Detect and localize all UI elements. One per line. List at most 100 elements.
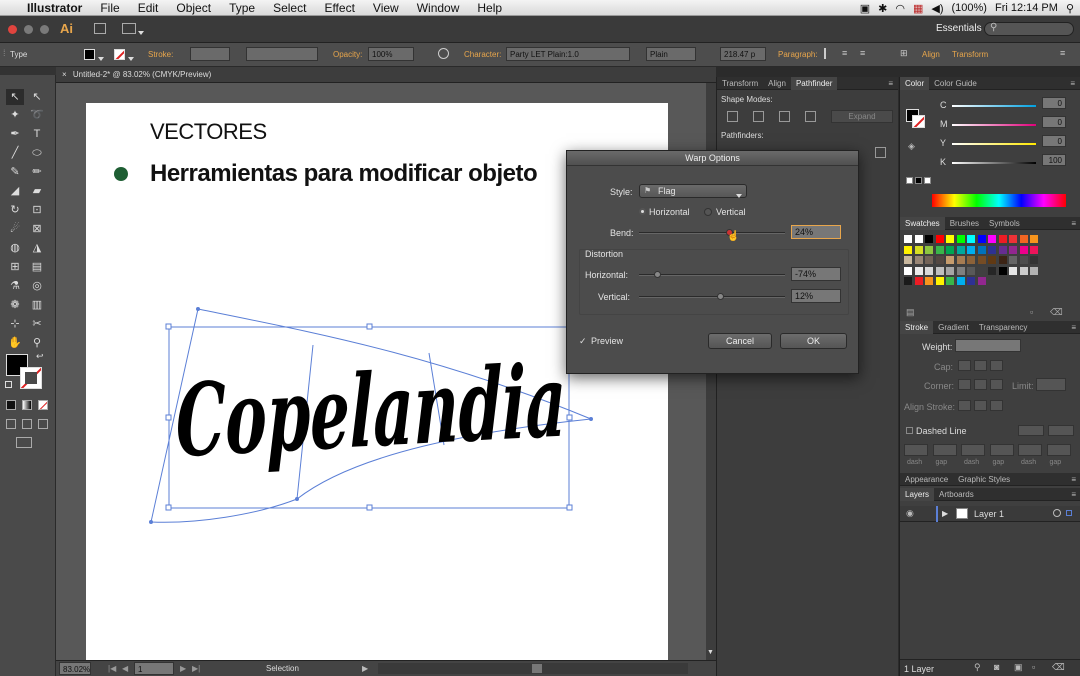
tab-transparency[interactable]: Transparency xyxy=(974,323,1033,332)
flag-icon[interactable]: ▦ xyxy=(913,2,923,15)
color-swatch[interactable] xyxy=(1030,256,1038,264)
spotlight-icon[interactable]: ⚲ xyxy=(1066,2,1074,15)
color-swatch[interactable] xyxy=(956,256,965,264)
color-swatch[interactable] xyxy=(935,277,944,285)
ellipse-tool-icon[interactable]: ⬭ xyxy=(28,145,46,161)
tab-swatches[interactable]: Swatches xyxy=(900,216,945,230)
arrange-documents-icon[interactable] xyxy=(122,23,136,34)
color-swatch[interactable] xyxy=(925,277,933,285)
tab-pathfinder[interactable]: Pathfinder xyxy=(790,76,838,90)
fill-dropdown-icon[interactable] xyxy=(98,53,104,63)
color-swatch[interactable] xyxy=(935,235,944,243)
color-swatch[interactable] xyxy=(914,277,923,285)
limit-field[interactable] xyxy=(1036,378,1066,391)
locate-object-icon[interactable]: ⚲ xyxy=(974,662,981,673)
character-label[interactable]: Character: xyxy=(464,50,501,59)
tab-artboards[interactable]: Artboards xyxy=(934,490,979,499)
dash-field[interactable] xyxy=(961,444,985,456)
handle[interactable] xyxy=(566,504,573,511)
menu-effect[interactable]: Effect xyxy=(315,1,363,15)
draw-behind-icon[interactable] xyxy=(22,419,32,429)
screen-record-icon[interactable]: ▣ xyxy=(860,2,870,15)
rotate-tool-icon[interactable]: ↻ xyxy=(6,202,24,218)
color-swatch[interactable] xyxy=(1019,256,1028,264)
exclude-icon[interactable] xyxy=(805,111,816,122)
color-swatch[interactable] xyxy=(925,256,933,264)
color-swatch[interactable] xyxy=(1030,266,1038,275)
channel-y-field[interactable]: 0 xyxy=(1042,135,1066,147)
stroke-menu-icon[interactable]: ≡ xyxy=(1066,323,1080,332)
miter-join-icon[interactable] xyxy=(958,379,971,390)
draw-normal-icon[interactable] xyxy=(6,419,16,429)
anchor-point[interactable] xyxy=(149,520,153,524)
ok-button[interactable]: OK xyxy=(780,333,847,349)
color-mode-icon[interactable] xyxy=(6,400,16,410)
channel-k-slider[interactable] xyxy=(952,162,1036,164)
gradient-mode-icon[interactable] xyxy=(22,400,32,410)
bevel-join-icon[interactable] xyxy=(990,379,1003,390)
vertical-radio-label[interactable]: Vertical xyxy=(716,207,746,217)
menu-type[interactable]: Type xyxy=(220,1,264,15)
channel-c-field[interactable]: 0 xyxy=(1042,97,1066,109)
color-swatch[interactable] xyxy=(977,245,986,254)
color-swatch[interactable] xyxy=(977,235,986,243)
tab-graphic-styles[interactable]: Graphic Styles xyxy=(953,475,1015,484)
vertical-distortion-field[interactable]: 12% xyxy=(791,289,841,303)
gradient-tool-icon[interactable]: ▤ xyxy=(28,259,46,275)
delete-layer-icon[interactable]: ⌫ xyxy=(1052,662,1065,673)
projecting-cap-icon[interactable] xyxy=(990,360,1003,371)
unite-icon[interactable] xyxy=(727,111,738,122)
color-panel-menu-icon[interactable]: ≡ xyxy=(1065,79,1080,88)
color-swatch[interactable] xyxy=(988,245,996,254)
delete-swatch-icon[interactable]: ⌫ xyxy=(1050,307,1063,318)
new-swatch-icon[interactable]: ▫ xyxy=(1030,307,1033,317)
screen-mode-icon[interactable] xyxy=(16,437,32,448)
handle[interactable] xyxy=(566,414,573,421)
close-window-icon[interactable] xyxy=(8,25,17,34)
channel-m-slider[interactable] xyxy=(952,124,1036,126)
battery-indicator[interactable]: (100%) xyxy=(952,2,987,14)
color-swatch[interactable] xyxy=(998,266,1007,275)
next-artboard-icon[interactable]: ▶ xyxy=(180,664,186,673)
menu-select[interactable]: Select xyxy=(264,1,315,15)
align-link[interactable]: Align xyxy=(922,50,940,59)
opacity-label[interactable]: Opacity: xyxy=(333,50,362,59)
align-center-icon[interactable]: ≡ xyxy=(842,48,847,58)
opacity-field[interactable]: 100% xyxy=(368,47,414,61)
tab-transform[interactable]: Transform xyxy=(717,79,763,88)
horizontal-distortion-field[interactable]: -74% xyxy=(791,267,841,281)
scroll-down-icon[interactable]: ▼ xyxy=(707,649,714,656)
color-swatch[interactable] xyxy=(977,277,986,285)
handle[interactable] xyxy=(165,323,172,330)
color-swatch[interactable] xyxy=(904,266,912,275)
handle[interactable] xyxy=(165,504,172,511)
dialog-title[interactable]: Warp Options xyxy=(567,151,858,166)
scale-tool-icon[interactable]: ⊡ xyxy=(28,202,46,218)
blob-brush-tool-icon[interactable]: ◢ xyxy=(6,183,24,199)
color-swatch[interactable] xyxy=(977,256,986,264)
menu-view[interactable]: View xyxy=(364,1,408,15)
stroke-weight-field[interactable] xyxy=(190,47,230,61)
bend-slider[interactable] xyxy=(639,229,785,236)
document-tab[interactable]: × Untitled-2* @ 83.02% (CMYK/Preview) xyxy=(56,67,716,83)
dashed-line-checkbox[interactable] xyxy=(906,427,913,434)
align-right-icon[interactable]: ≡ xyxy=(860,48,865,58)
color-swatch[interactable] xyxy=(1009,256,1017,264)
mesh-tool-icon[interactable]: ⊞ xyxy=(6,259,24,275)
tab-brushes[interactable]: Brushes xyxy=(945,219,984,228)
paragraph-label[interactable]: Paragraph: xyxy=(778,50,818,59)
warp-tool-icon[interactable]: ☄ xyxy=(6,221,24,237)
shape-builder-tool-icon[interactable]: ◍ xyxy=(6,240,24,256)
horizontal-distortion-knob[interactable] xyxy=(654,271,661,278)
align-stroke-outside-icon[interactable] xyxy=(990,400,1003,411)
handle[interactable] xyxy=(366,504,373,511)
free-transform-tool-icon[interactable]: ⊠ xyxy=(28,221,46,237)
color-swatch[interactable] xyxy=(914,256,923,264)
color-stroke-swatch[interactable] xyxy=(912,115,925,128)
prev-artboard-icon[interactable]: ◀ xyxy=(122,664,128,673)
pen-tool-icon[interactable]: ✒ xyxy=(6,126,24,142)
none-mode-icon[interactable] xyxy=(38,400,48,410)
color-spectrum-bar[interactable] xyxy=(932,194,1066,207)
bend-field[interactable]: 24% xyxy=(791,225,841,239)
style-select[interactable]: ⚑ Flag xyxy=(639,184,747,198)
